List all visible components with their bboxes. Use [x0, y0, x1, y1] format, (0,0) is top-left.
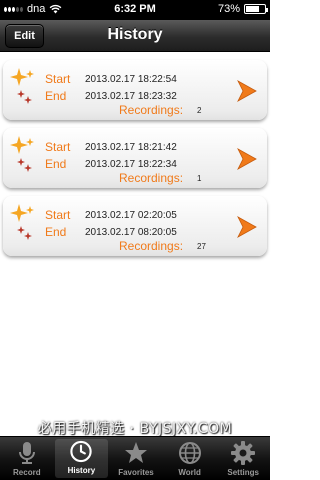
- tab-settings[interactable]: Settings: [216, 437, 270, 480]
- end-datetime: 2013.02.17 18:22:34: [85, 159, 177, 170]
- battery-icon: [244, 4, 268, 14]
- sparkle-icon: [10, 68, 34, 104]
- tab-world[interactable]: World: [163, 437, 217, 480]
- start-label: Start: [45, 72, 71, 86]
- edit-button[interactable]: Edit: [5, 24, 44, 48]
- sparkle-icon: [10, 204, 34, 240]
- page-title: History: [107, 26, 163, 43]
- tab-record[interactable]: Record: [0, 437, 54, 480]
- recordings-count: 27: [197, 242, 206, 251]
- end-label: End: [45, 225, 67, 239]
- status-bar-right: 73%: [217, 3, 268, 15]
- recordings-count: 1: [197, 174, 202, 183]
- start-label: Start: [45, 140, 71, 154]
- recordings-label: Recordings:: [119, 171, 184, 185]
- chevron-right-icon[interactable]: [237, 80, 257, 102]
- tab-label: Record: [13, 468, 41, 477]
- history-record[interactable]: Start 2013.02.17 18:21:42 End 2013.02.17…: [3, 128, 267, 188]
- recordings-count: 2: [197, 106, 202, 115]
- watermark: 必用手机精选 · BYJSJXY.COM: [37, 421, 233, 437]
- tab-history[interactable]: History: [54, 439, 109, 478]
- end-datetime: 2013.02.17 08:20:05: [85, 227, 177, 238]
- history-record[interactable]: Start 2013.02.17 02:20:05 End 2013.02.17…: [3, 196, 267, 256]
- gear-icon: [231, 441, 256, 465]
- start-datetime: 2013.02.17 18:22:54: [85, 74, 177, 85]
- clock-icon: [70, 440, 93, 463]
- tab-label: Settings: [227, 468, 259, 477]
- navigation-bar: Edit History: [0, 20, 270, 52]
- status-bar: dna 6:32 PM 73%: [0, 0, 270, 20]
- recordings-label: Recordings:: [119, 103, 184, 117]
- sparkle-icon: [10, 136, 34, 172]
- end-datetime: 2013.02.17 18:23:32: [85, 91, 177, 102]
- history-record[interactable]: Start 2013.02.17 18:22:54 End 2013.02.17…: [3, 60, 267, 120]
- chevron-right-icon[interactable]: [237, 148, 257, 170]
- globe-icon: [178, 442, 201, 464]
- battery-percent: 73%: [217, 3, 240, 15]
- microphone-icon: [18, 442, 35, 464]
- recordings-label: Recordings:: [119, 239, 184, 253]
- start-datetime: 2013.02.17 18:21:42: [85, 142, 177, 153]
- start-label: Start: [45, 208, 71, 222]
- end-label: End: [45, 89, 67, 103]
- chevron-right-icon[interactable]: [237, 216, 257, 238]
- tab-favorites[interactable]: Favorites: [109, 437, 163, 480]
- tab-label: Favorites: [118, 468, 154, 477]
- end-label: End: [45, 157, 67, 171]
- tab-label: World: [178, 468, 201, 477]
- star-icon: [124, 442, 147, 463]
- tab-bar: Record History Favorites World Settings: [0, 436, 270, 480]
- tab-label: History: [67, 466, 96, 475]
- start-datetime: 2013.02.17 02:20:05: [85, 210, 177, 221]
